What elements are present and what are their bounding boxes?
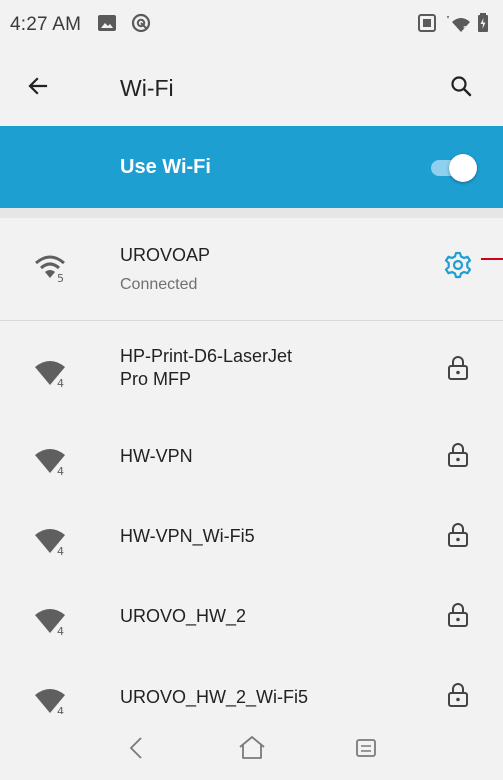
lock-icon-wrap [443, 522, 473, 552]
lock-icon [447, 442, 469, 473]
network-name: HP-Print-D6-LaserJet [120, 346, 293, 366]
network-item[interactable]: 4 HP-Print-D6-LaserJet Pro MFP [0, 321, 503, 417]
nav-home-icon [237, 735, 267, 766]
signal-badge: 4 [57, 705, 64, 714]
arrow-back-icon [26, 74, 50, 103]
use-wifi-switch-bar[interactable]: Use Wi-Fi [0, 126, 503, 208]
screenshot-icon [417, 13, 437, 38]
gear-icon [444, 251, 472, 284]
network-item[interactable]: 4 UROVO_HW_2 [0, 577, 503, 657]
network-name: HW-VPN_Wi-Fi5 [120, 526, 255, 546]
wifi-signal-4-icon: 4 [34, 357, 70, 390]
page-title: Wi-Fi [120, 74, 174, 101]
wifi-signal-4-icon: 4 [34, 685, 70, 714]
lock-icon [447, 522, 469, 553]
signal-badge: 4 [57, 465, 64, 477]
network-name: UROVOAP [120, 245, 211, 265]
search-button[interactable] [437, 64, 485, 112]
lock-icon-wrap [443, 355, 473, 385]
lock-icon-wrap [443, 442, 473, 472]
network-list[interactable]: 5 UROVOAP Connected 4 HP-Print-D6-LaserJ… [0, 218, 503, 714]
network-settings-button[interactable] [443, 251, 473, 284]
network-text: UROVO_HW_2 [120, 605, 246, 628]
wifi-signal-icon: 5 [443, 13, 471, 38]
battery-icon [477, 12, 489, 38]
system-nav-bar [0, 714, 503, 780]
status-left-icons [97, 13, 151, 38]
wifi-signal-4-icon: 4 [34, 525, 70, 558]
lock-icon-wrap [443, 682, 473, 712]
image-notification-icon [97, 14, 117, 37]
toggle-thumb [449, 154, 477, 182]
network-item-connected[interactable]: 5 UROVOAP Connected [0, 218, 503, 321]
lock-icon [447, 682, 469, 713]
network-item[interactable]: 4 HW-VPN_Wi-Fi5 [0, 497, 503, 577]
network-text: UROVOAP Connected [120, 244, 210, 294]
signal-badge: 4 [57, 625, 64, 637]
search-icon [449, 74, 473, 103]
lock-icon [447, 602, 469, 633]
location-icon [131, 13, 151, 38]
wifi-signal-4-icon: 4 [34, 605, 70, 638]
use-wifi-label: Use Wi-Fi [120, 155, 211, 178]
lock-icon-wrap [443, 602, 473, 632]
status-bar: 4:27 AM 5 [0, 0, 503, 50]
network-name: HW-VPN [120, 446, 193, 466]
network-name: UROVO_HW_2_Wi-Fi5 [120, 687, 309, 707]
nav-menu-icon [354, 737, 378, 764]
status-time: 4:27 AM [10, 14, 82, 35]
lock-icon [447, 355, 469, 386]
nav-home-button[interactable] [232, 730, 272, 770]
wifi-full-signal-icon: 5 [34, 252, 70, 285]
network-name: UROVO_HW_2 [120, 606, 247, 626]
network-text: HP-Print-D6-LaserJet Pro MFP [120, 345, 292, 391]
app-bar: Wi-Fi [0, 50, 503, 126]
signal-badge: 4 [57, 377, 64, 389]
back-button[interactable] [0, 50, 90, 126]
network-status: Connected [120, 276, 198, 293]
network-text: HW-VPN_Wi-Fi5 [120, 525, 255, 548]
network-item[interactable]: 4 HW-VPN [0, 417, 503, 497]
svg-text:5: 5 [463, 25, 467, 33]
nav-menu-button[interactable] [346, 730, 386, 770]
network-text: HW-VPN [120, 445, 193, 468]
signal-badge: 4 [57, 545, 64, 557]
network-name-continued: Pro MFP [120, 369, 192, 389]
wifi-signal-4-icon: 4 [34, 445, 70, 478]
use-wifi-toggle[interactable] [427, 153, 477, 182]
nav-back-button[interactable] [116, 730, 156, 770]
edge-marker [481, 258, 503, 260]
status-right-icons: 5 [417, 12, 489, 38]
signal-badge: 5 [57, 272, 64, 284]
section-gap [0, 208, 503, 218]
network-item[interactable]: 4 UROVO_HW_2_Wi-Fi5 [0, 657, 503, 714]
network-text: UROVO_HW_2_Wi-Fi5 [120, 686, 308, 709]
nav-back-icon [126, 736, 146, 765]
